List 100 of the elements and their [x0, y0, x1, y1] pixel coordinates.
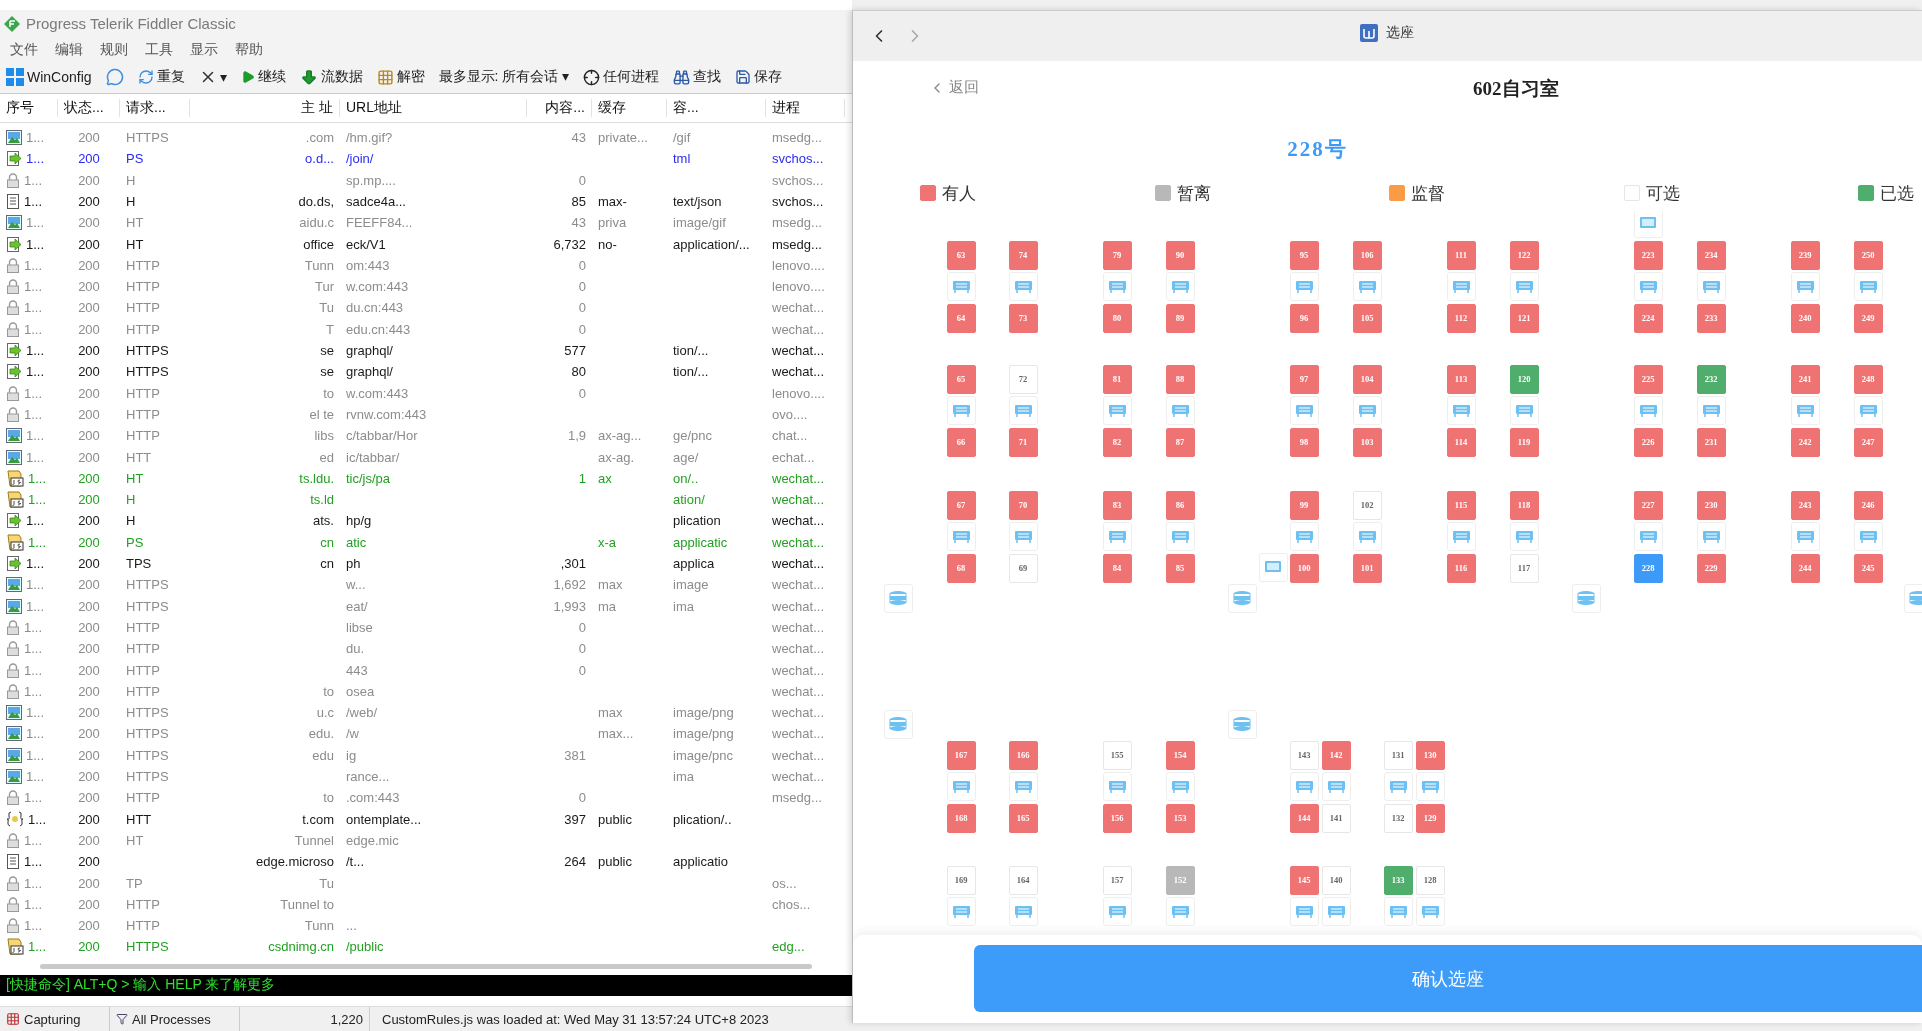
seat[interactable]: 144 — [1289, 803, 1319, 833]
menu-item[interactable]: 帮助 — [235, 40, 263, 59]
seat[interactable]: 228 — [1633, 553, 1663, 583]
toolbar-button[interactable]: WinConfig — [4, 68, 94, 87]
seat[interactable]: 167 — [946, 740, 976, 770]
seat[interactable]: 103 — [1352, 427, 1382, 457]
seat[interactable]: 116 — [1446, 553, 1476, 583]
seat[interactable]: 101 — [1352, 553, 1382, 583]
seat[interactable]: 249 — [1853, 303, 1883, 333]
seat[interactable]: 85 — [1165, 553, 1195, 583]
process-filter[interactable]: All Processes — [110, 1007, 240, 1031]
seat[interactable]: 247 — [1853, 427, 1883, 457]
seat[interactable]: 73 — [1008, 303, 1038, 333]
seat[interactable]: 250 — [1853, 240, 1883, 270]
seat[interactable]: 169 — [946, 865, 976, 895]
menu-item[interactable]: 编辑 — [55, 40, 83, 59]
seat[interactable]: 140 — [1321, 865, 1351, 895]
seat[interactable]: 232 — [1696, 364, 1726, 394]
seat[interactable]: 242 — [1790, 427, 1820, 457]
column-header[interactable]: 容... — [667, 98, 766, 117]
seat[interactable]: 234 — [1696, 240, 1726, 270]
capture-status[interactable]: Capturing — [0, 1007, 110, 1031]
seat[interactable]: 243 — [1790, 490, 1820, 520]
seat[interactable]: 66 — [946, 427, 976, 457]
toolbar-button[interactable]: 继续 — [238, 68, 288, 87]
seat[interactable]: 119 — [1509, 427, 1539, 457]
seat[interactable]: 63 — [946, 240, 976, 270]
seat[interactable]: 154 — [1165, 740, 1195, 770]
seat[interactable]: 132 — [1383, 803, 1413, 833]
seat[interactable]: 80 — [1102, 303, 1132, 333]
seat[interactable]: 166 — [1008, 740, 1038, 770]
seat[interactable]: 122 — [1509, 240, 1539, 270]
seat[interactable]: 129 — [1415, 803, 1445, 833]
seat[interactable]: 68 — [946, 553, 976, 583]
seat[interactable]: 157 — [1102, 865, 1132, 895]
toolbar-button[interactable]: 重复 — [135, 68, 187, 87]
seat[interactable]: 165 — [1008, 803, 1038, 833]
column-header[interactable]: 进程 — [766, 98, 845, 117]
seat[interactable]: 168 — [946, 803, 976, 833]
seat[interactable]: 64 — [946, 303, 976, 333]
column-header[interactable]: 序号 — [0, 98, 58, 117]
seat[interactable]: 245 — [1853, 553, 1883, 583]
seat[interactable]: 145 — [1289, 865, 1319, 895]
seat[interactable]: 155 — [1102, 740, 1132, 770]
toolbar-button[interactable]: 保存 — [733, 68, 785, 87]
seat[interactable]: 84 — [1102, 553, 1132, 583]
seat[interactable]: 112 — [1446, 303, 1476, 333]
seat[interactable]: 106 — [1352, 240, 1382, 270]
menu-item[interactable]: 文件 — [10, 40, 38, 59]
seat[interactable]: 226 — [1633, 427, 1663, 457]
seat[interactable]: 128 — [1415, 865, 1445, 895]
seat[interactable]: 120 — [1509, 364, 1539, 394]
back-link[interactable]: 返回 — [923, 77, 985, 98]
toolbar-button[interactable]: ▾ — [196, 68, 229, 87]
seat[interactable]: 65 — [946, 364, 976, 394]
seat[interactable]: 233 — [1696, 303, 1726, 333]
seat[interactable]: 70 — [1008, 490, 1038, 520]
toolbar-button[interactable]: 任何进程 — [581, 68, 662, 87]
seat[interactable]: 115 — [1446, 490, 1476, 520]
column-header[interactable]: 缓存 — [592, 98, 667, 117]
seat[interactable]: 97 — [1289, 364, 1319, 394]
seat[interactable]: 96 — [1289, 303, 1319, 333]
seat[interactable]: 231 — [1696, 427, 1726, 457]
seat[interactable]: 239 — [1790, 240, 1820, 270]
seat[interactable]: 230 — [1696, 490, 1726, 520]
seat[interactable]: 86 — [1165, 490, 1195, 520]
seat[interactable]: 244 — [1790, 553, 1820, 583]
seat[interactable]: 98 — [1289, 427, 1319, 457]
seat[interactable]: 227 — [1633, 490, 1663, 520]
seat[interactable]: 81 — [1102, 364, 1132, 394]
menu-item[interactable]: 工具 — [145, 40, 173, 59]
seat[interactable]: 95 — [1289, 240, 1319, 270]
toolbar-button[interactable]: 最多显示: 所有会话 ▾ — [436, 68, 572, 87]
seat[interactable]: 89 — [1165, 303, 1195, 333]
seat[interactable]: 225 — [1633, 364, 1663, 394]
seat[interactable]: 156 — [1102, 803, 1132, 833]
seat[interactable]: 246 — [1853, 490, 1883, 520]
seat[interactable]: 82 — [1102, 427, 1132, 457]
column-header[interactable]: 状态... — [58, 98, 120, 117]
seat[interactable]: 117 — [1509, 553, 1539, 583]
seat[interactable]: 90 — [1165, 240, 1195, 270]
confirm-button[interactable]: 确认选座 — [974, 945, 1922, 1012]
seat[interactable]: 118 — [1509, 490, 1539, 520]
seat[interactable]: 100 — [1289, 553, 1319, 583]
seat[interactable]: 74 — [1008, 240, 1038, 270]
seat[interactable]: 223 — [1633, 240, 1663, 270]
seat[interactable]: 79 — [1102, 240, 1132, 270]
menu-item[interactable]: 显示 — [190, 40, 218, 59]
seat[interactable]: 224 — [1633, 303, 1663, 333]
seat[interactable]: 240 — [1790, 303, 1820, 333]
menu-item[interactable]: 规则 — [100, 40, 128, 59]
seat[interactable]: 104 — [1352, 364, 1382, 394]
seat[interactable]: 143 — [1289, 740, 1319, 770]
toolbar-button[interactable]: 流数据 — [297, 68, 365, 87]
seat[interactable]: 142 — [1321, 740, 1351, 770]
seat[interactable]: 67 — [946, 490, 976, 520]
column-header[interactable]: 主 址 — [190, 98, 340, 117]
scrollbar[interactable] — [40, 963, 812, 969]
seat[interactable]: 71 — [1008, 427, 1038, 457]
seat[interactable]: 69 — [1008, 553, 1038, 583]
